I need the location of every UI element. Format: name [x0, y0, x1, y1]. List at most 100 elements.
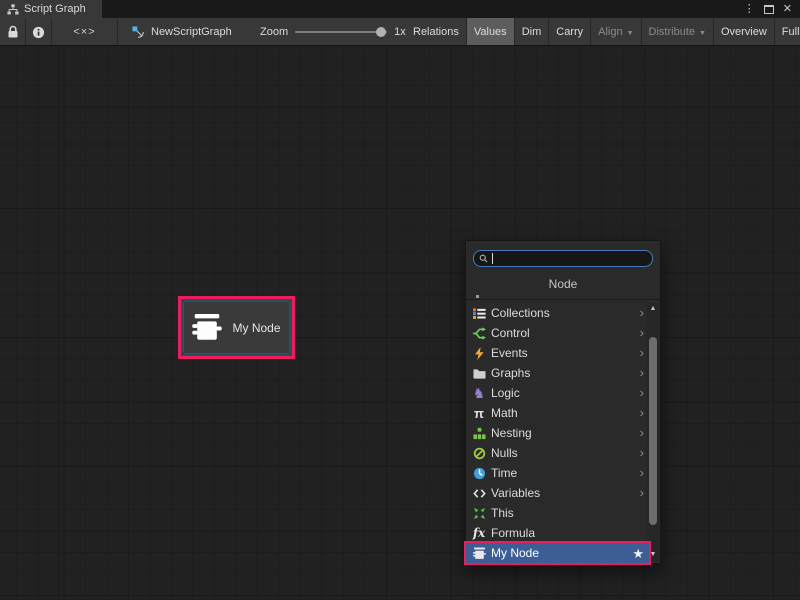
finder-item-nesting[interactable]: Nesting › ★: [466, 423, 649, 443]
node-selection-outline: My Node: [181, 299, 292, 356]
item-icon: [472, 546, 486, 560]
finder-item-collections[interactable]: Collections › ★: [466, 303, 649, 323]
toolbar-button-label: Dim: [522, 26, 542, 38]
item-label: Nesting: [491, 426, 635, 440]
toolbar-button-label: Full Screen: [782, 26, 800, 38]
toolbar-button-values[interactable]: Values ▼: [467, 18, 515, 46]
toolbar-button-distribute[interactable]: Distribute ▼: [642, 18, 714, 46]
item-icon: [472, 366, 486, 380]
item-label: Graphs: [491, 366, 635, 380]
finder-item-variables[interactable]: Variables › ★: [466, 483, 649, 503]
search-icon: [479, 254, 488, 263]
zoom-value: 1x: [394, 26, 406, 38]
tab-script-graph[interactable]: Script Graph: [0, 0, 102, 18]
zoom-label: Zoom: [260, 26, 288, 38]
toolbar-button-carry[interactable]: Carry ▼: [549, 18, 591, 46]
graph-toolbar: <×> NewScriptGraph Zoom 1x Relations ▼ V…: [0, 18, 800, 46]
maximize-icon[interactable]: [764, 5, 774, 14]
close-icon[interactable]: ✕: [783, 4, 792, 15]
fuzzy-finder-popup: Node Collections › ★ Control › ★ Events …: [465, 240, 661, 564]
item-label: Math: [491, 406, 635, 420]
finder-item-this[interactable]: This › ★: [466, 503, 649, 523]
chevron-right-icon: ›: [640, 306, 644, 321]
item-label: Control: [491, 326, 635, 340]
item-label: Collections: [491, 306, 635, 320]
info-icon: [32, 26, 45, 39]
item-icon: ♞: [472, 386, 486, 400]
finder-item-my-node[interactable]: My Node › ★: [466, 543, 649, 563]
script-graph-asset-icon: [132, 26, 145, 39]
scroll-up-icon[interactable]: ▲: [647, 304, 659, 314]
item-icon: [472, 466, 486, 480]
item-icon: fx: [472, 526, 486, 540]
graph-canvas[interactable]: My Node Node Collections › ★ Control ›: [0, 47, 800, 600]
node-highlight-annotation: My Node: [178, 296, 295, 359]
tab-label: Script Graph: [24, 3, 86, 15]
item-label: Formula: [491, 526, 644, 540]
finder-item-logic[interactable]: ♞ Logic › ★: [466, 383, 649, 403]
toolbar-button-overview[interactable]: Overview ▼: [714, 18, 775, 46]
edit-source-button[interactable]: <×>: [52, 18, 118, 46]
chevron-right-icon: ›: [640, 466, 644, 481]
item-label: Variables: [491, 486, 635, 500]
dropdown-arrow-icon: ▼: [627, 28, 634, 37]
search-row: [466, 241, 660, 270]
item-label: My Node: [491, 546, 627, 560]
menu-dots-icon[interactable]: ⋮: [744, 4, 755, 15]
toolbar-button-relations[interactable]: Relations ▼: [406, 18, 467, 46]
finder-item-nulls[interactable]: Nulls › ★: [466, 443, 649, 463]
item-label: Logic: [491, 386, 635, 400]
item-label: Events: [491, 346, 635, 360]
dropdown-arrow-icon: ▼: [699, 28, 706, 37]
finder-scrollbar[interactable]: ▲ ▼: [647, 303, 659, 561]
partial-item-indicator: [476, 295, 479, 298]
finder-item-formula[interactable]: fx Formula › ★: [466, 523, 649, 543]
zoom-slider-handle[interactable]: [376, 27, 386, 37]
graph-tab-icon: [7, 4, 19, 15]
toolbar-button-label: Align: [598, 26, 622, 38]
item-icon: [472, 306, 486, 320]
inspect-button[interactable]: [26, 18, 52, 46]
toolbar-button-align[interactable]: Align ▼: [591, 18, 641, 46]
toolbar-button-full-screen[interactable]: Full Screen ▼: [775, 18, 800, 46]
node-title: My Node: [232, 321, 280, 335]
toolbar-button-label: Values: [474, 26, 507, 38]
my-node-unit[interactable]: My Node: [183, 301, 290, 354]
toolbar-button-dim[interactable]: Dim ▼: [515, 18, 550, 46]
window-controls: ⋮ ✕: [744, 0, 800, 18]
toolbar-left-group: <×>: [0, 18, 118, 46]
toolbar-button-label: Carry: [556, 26, 583, 38]
item-label: This: [491, 506, 644, 520]
finder-item-events[interactable]: Events › ★: [466, 343, 649, 363]
lock-icon: [7, 25, 19, 39]
item-icon: [472, 346, 486, 360]
finder-list: Collections › ★ Control › ★ Events › ★ G…: [466, 303, 649, 561]
chevron-right-icon: ›: [640, 406, 644, 421]
item-label: Time: [491, 466, 635, 480]
finder-item-control[interactable]: Control › ★: [466, 323, 649, 343]
finder-item-math[interactable]: π Math › ★: [466, 403, 649, 423]
chevron-right-icon: ›: [640, 326, 644, 341]
search-input[interactable]: [473, 250, 653, 267]
machine-icon: [192, 314, 222, 341]
chevron-right-icon: ›: [640, 426, 644, 441]
item-icon: [472, 486, 486, 500]
toolbar-button-label: Relations: [413, 26, 459, 38]
zoom-control: Zoom 1x: [260, 18, 406, 46]
toolbar-button-label: Overview: [721, 26, 767, 38]
item-icon: [472, 326, 486, 340]
lock-button[interactable]: [0, 18, 26, 46]
finder-item-graphs[interactable]: Graphs › ★: [466, 363, 649, 383]
toolbar-button-label: Distribute: [649, 26, 695, 38]
text-caret: [492, 253, 493, 264]
item-icon: [472, 426, 486, 440]
scrollbar-thumb[interactable]: [649, 337, 657, 525]
chevron-right-icon: ›: [640, 486, 644, 501]
toolbar-buttons: Relations ▼ Values ▼ Dim ▼ Carry ▼ Align…: [406, 18, 800, 46]
chevron-right-icon: ›: [640, 366, 644, 381]
zoom-slider[interactable]: [295, 31, 387, 33]
star-icon[interactable]: ★: [632, 547, 644, 560]
finder-item-time[interactable]: Time › ★: [466, 463, 649, 483]
graph-reference[interactable]: NewScriptGraph: [132, 18, 232, 46]
code-icon: <×>: [73, 26, 95, 38]
